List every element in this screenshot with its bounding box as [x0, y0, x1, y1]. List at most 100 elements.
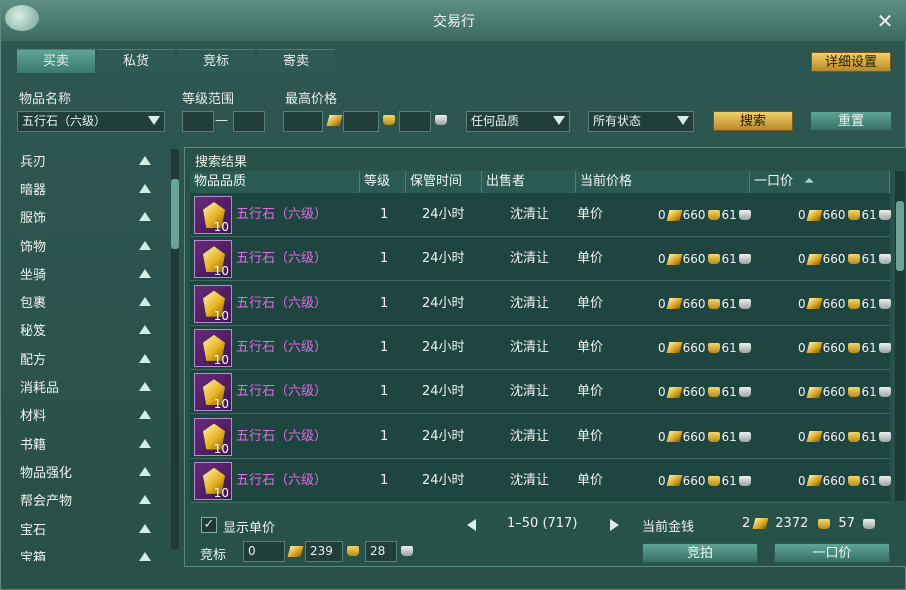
search-button[interactable]: 搜索	[713, 111, 793, 131]
category-scrollbar[interactable]	[171, 149, 179, 549]
category-item-clothing[interactable]: 服饰	[15, 203, 181, 231]
col-header-seller[interactable]: 出售者	[482, 171, 576, 193]
silver-ingot-icon	[738, 298, 751, 309]
auction-house-window: 交易行 ✕ 买卖 私货 竞标 寄卖 详细设置 物品名称 五行石（六级） 等级范围…	[0, 0, 906, 590]
category-label: 书籍	[20, 437, 47, 453]
buyout-button[interactable]: 一口价	[774, 543, 890, 563]
level-max-input[interactable]	[233, 111, 265, 132]
item-icon[interactable]: 10	[194, 196, 232, 234]
item-quantity: 10	[213, 352, 229, 367]
price-silver: 61	[721, 208, 737, 222]
category-item-accessories[interactable]: 饰物	[15, 231, 181, 259]
gold-ingot-icon	[347, 546, 359, 556]
gold-bar-icon	[806, 475, 823, 487]
category-item-books[interactable]: 书籍	[15, 429, 181, 457]
item-icon[interactable]: 10	[194, 373, 232, 412]
bid-gold-input[interactable]: 239	[305, 541, 343, 562]
scrollbar-thumb[interactable]	[171, 179, 179, 249]
silver-ingot-icon	[738, 387, 751, 398]
quality-dropdown[interactable]: 任何品质	[466, 111, 570, 132]
bid-button[interactable]: 竞拍	[642, 543, 758, 563]
category-item-enhancement[interactable]: 物品强化	[15, 457, 181, 485]
col-header-storage-time[interactable]: 保管时间	[406, 171, 482, 193]
table-row[interactable]: 10 五行石（六级） 1 24小时 沈清让 单价 0 660 61 0 660 …	[190, 282, 891, 326]
bid-gold-bars-input[interactable]: 0	[243, 541, 285, 562]
item-name: 五行石（六级）	[236, 384, 328, 400]
level-min-input[interactable]	[182, 111, 214, 132]
table-row[interactable]: 10 五行石（六级） 1 24小时 沈清让 单价 0 660 61 0 660 …	[190, 459, 891, 503]
max-price-label: 最高价格	[285, 92, 338, 107]
gold-ingot-icon	[847, 387, 860, 398]
bid-silver-input[interactable]: 28	[365, 541, 397, 562]
category-item-guild-products[interactable]: 帮会产物	[15, 486, 181, 514]
category-item-consumables[interactable]: 消耗品	[15, 372, 181, 400]
item-icon[interactable]: 10	[194, 240, 232, 279]
table-row[interactable]: 10 五行石（六级） 1 24小时 沈清让 单价 0 660 61 0 660 …	[190, 193, 891, 237]
category-item-mounts[interactable]: 坐骑	[15, 259, 181, 287]
expand-arrow-icon	[139, 155, 151, 165]
item-icon[interactable]: 10	[194, 417, 232, 456]
price-type: 单价	[577, 428, 604, 444]
max-price-silver-input[interactable]	[343, 111, 379, 132]
detail-settings-button[interactable]: 详细设置	[811, 52, 891, 72]
gold-bar-icon	[666, 475, 683, 487]
show-unit-price-checkbox[interactable]: ✓	[201, 517, 217, 533]
item-icon[interactable]: 10	[194, 284, 232, 323]
gold-bar-icon	[666, 209, 683, 221]
next-page-icon[interactable]	[610, 519, 619, 531]
max-price-gold-input[interactable]	[283, 111, 323, 132]
close-icon[interactable]: ✕	[875, 11, 895, 31]
col-header-buyout[interactable]: 一口价 ⏶	[750, 171, 890, 193]
price-gold-bars: 0	[798, 340, 806, 355]
title-bar[interactable]: 交易行 ✕	[1, 1, 906, 41]
level-range-label: 等级范围	[182, 92, 235, 107]
buyout-price: 0 660 61	[798, 370, 891, 414]
quality-value: 任何品质	[471, 114, 520, 128]
category-item-hidden-weapons[interactable]: 暗器	[15, 174, 181, 202]
table-row[interactable]: 10 五行石（六级） 1 24小时 沈清让 单价 0 660 61 0 660 …	[190, 326, 891, 370]
item-icon[interactable]: 10	[194, 461, 232, 500]
category-item-chests[interactable]: 宝箱	[15, 542, 181, 561]
col-header-quality[interactable]: 物品品质	[190, 171, 360, 193]
table-row[interactable]: 10 五行石（六级） 1 24小时 沈清让 单价 0 660 61 0 660 …	[190, 370, 891, 415]
max-price-copper-input[interactable]	[399, 111, 431, 132]
silver-ingot-icon	[435, 115, 447, 125]
col-header-current-price[interactable]: 当前价格	[576, 171, 750, 193]
category-item-weapons[interactable]: 兵刃	[15, 146, 181, 174]
tab-private-goods[interactable]: 私货	[97, 49, 175, 73]
silver-ingot-icon	[878, 387, 891, 398]
gold-ingot-icon	[847, 431, 860, 442]
gold-ingot-icon	[707, 431, 720, 442]
price-gold-bars: 0	[658, 340, 666, 355]
chevron-down-icon	[148, 116, 160, 125]
tab-buy-sell[interactable]: 买卖	[17, 49, 95, 73]
category-item-bags[interactable]: 包裹	[15, 287, 181, 315]
category-label: 配方	[20, 352, 47, 368]
status-dropdown[interactable]: 所有状态	[588, 111, 694, 132]
category-item-materials[interactable]: 材料	[15, 401, 181, 429]
storage-time: 24小时	[422, 295, 465, 311]
price-type: 单价	[577, 207, 604, 222]
scrollbar-thumb[interactable]	[896, 201, 904, 271]
item-name-dropdown[interactable]: 五行石（六级）	[17, 111, 165, 132]
storage-time: 24小时	[422, 207, 465, 222]
category-item-manuals[interactable]: 秘笈	[15, 316, 181, 344]
category-item-recipes[interactable]: 配方	[15, 344, 181, 372]
col-header-level[interactable]: 等级	[360, 171, 406, 193]
prev-page-icon[interactable]	[467, 519, 476, 531]
tab-consign[interactable]: 寄卖	[257, 49, 335, 73]
category-item-gems[interactable]: 宝石	[15, 514, 181, 542]
price-gold-bars: 0	[658, 473, 666, 488]
item-icon[interactable]: 10	[194, 328, 232, 367]
reset-button[interactable]: 重置	[810, 111, 892, 131]
price-gold: 660	[822, 208, 846, 222]
item-quantity: 10	[213, 397, 229, 412]
table-row[interactable]: 10 五行石（六级） 1 24小时 沈清让 单价 0 660 61 0 660 …	[190, 415, 891, 459]
silver-ingot-icon	[878, 431, 891, 442]
category-label: 服饰	[20, 211, 47, 227]
table-row[interactable]: 10 五行石（六级） 1 24小时 沈清让 单价 0 660 61 0 660 …	[190, 237, 891, 282]
tab-bidding[interactable]: 竞标	[177, 49, 255, 73]
silver-ingot-icon	[738, 210, 751, 220]
results-scrollbar[interactable]	[895, 171, 905, 501]
expand-arrow-icon	[139, 523, 151, 533]
